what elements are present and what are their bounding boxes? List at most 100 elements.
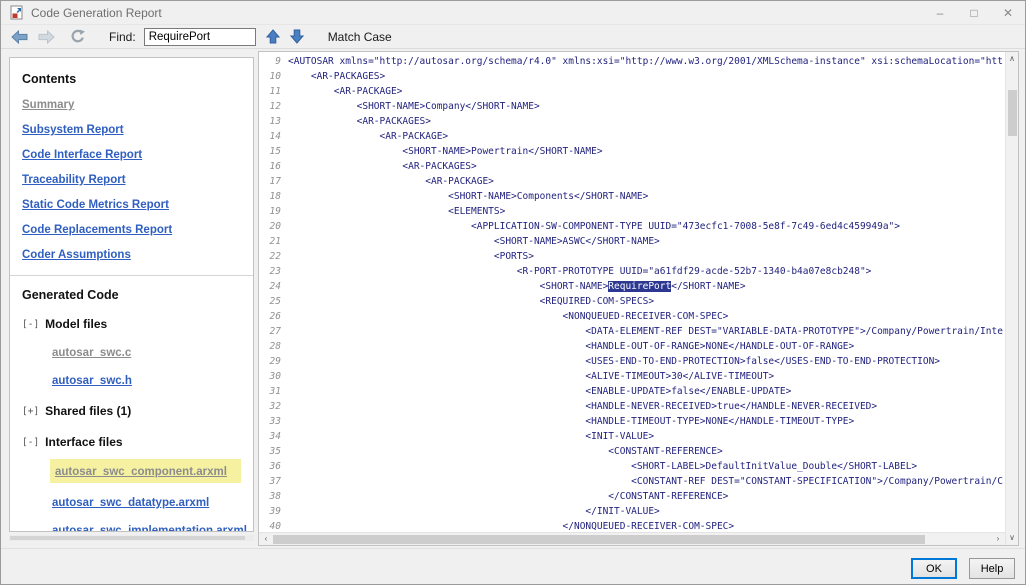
code-line: 31 <ENABLE-UPDATE>false</ENABLE-UPDATE> <box>261 384 1004 399</box>
code-line: 13 <AR-PACKAGES> <box>261 114 1004 129</box>
code-line: 27 <DATA-ELEMENT-REF DEST="VARIABLE-DATA… <box>261 324 1004 339</box>
line-number: 15 <box>269 146 281 157</box>
contents-link-coder-assumptions[interactable]: Coder Assumptions <box>22 249 243 261</box>
minimize-button[interactable]: – <box>923 1 957 24</box>
collapse-icon[interactable]: [-] <box>22 437 39 448</box>
line-number: 20 <box>269 221 281 232</box>
code-text: <AR-PACKAGES> <box>288 71 386 82</box>
file-row: autosar_swc.c <box>52 343 241 361</box>
report-icon <box>9 5 25 21</box>
code-line: 30 <ALIVE-TIMEOUT>30</ALIVE-TIMEOUT> <box>261 369 1004 384</box>
line-number: 13 <box>269 116 281 127</box>
line-number: 10 <box>269 71 281 82</box>
code-view: 9 <AUTOSAR xmlns="http://autosar.org/sche… <box>258 51 1019 546</box>
contents-link-static-code-metrics-report[interactable]: Static Code Metrics Report <box>22 199 243 211</box>
line-number: 28 <box>269 341 281 352</box>
code-lines: 9 <AUTOSAR xmlns="http://autosar.org/sche… <box>261 54 1004 531</box>
line-number: 31 <box>269 386 281 397</box>
maximize-button[interactable]: □ <box>957 1 991 24</box>
code-line: 22 <PORTS> <box>261 249 1004 264</box>
contents-link-code-replacements-report[interactable]: Code Replacements Report <box>22 224 243 236</box>
code-text: <USES-END-TO-END-PROTECTION>false</USES-… <box>288 356 941 367</box>
search-match-highlight: RequirePort <box>608 281 672 292</box>
code-text: <CONSTANT-REF DEST="CONSTANT-SPECIFICATI… <box>288 476 1003 487</box>
find-label: Find: <box>109 29 136 44</box>
refresh-icon[interactable] <box>69 29 85 44</box>
code-line: 24 <SHORT-NAME>RequirePort</SHORT-NAME> <box>261 279 1004 294</box>
collapse-icon[interactable]: [-] <box>22 319 39 330</box>
code-line: 11 <AR-PACKAGE> <box>261 84 1004 99</box>
tree-group: [-] Model files <box>22 315 243 333</box>
line-number: 26 <box>269 311 281 322</box>
footer: OK Help <box>1 548 1025 584</box>
contents-link-subsystem-report[interactable]: Subsystem Report <box>22 124 243 136</box>
code-text: <PORTS> <box>288 251 534 262</box>
code-line: 25 <REQUIRED-COM-SPECS> <box>261 294 1004 309</box>
code-line: 40 </NONQUEUED-RECEIVER-COM-SPEC> <box>261 519 1004 531</box>
code-line: 33 <HANDLE-TIMEOUT-TYPE>NONE</HANDLE-TIM… <box>261 414 1004 429</box>
code-text: <AUTOSAR xmlns="http://autosar.org/schem… <box>288 56 1003 67</box>
help-button[interactable]: Help <box>969 558 1015 579</box>
code-line: 29 <USES-END-TO-END-PROTECTION>false</US… <box>261 354 1004 369</box>
contents-link-list: Summary Subsystem Report Code Interface Re… <box>22 99 243 261</box>
code-text: <SHORT-NAME>Company</SHORT-NAME> <box>288 101 540 112</box>
scroll-down-icon[interactable]: ∨ <box>1006 532 1018 544</box>
code-line: 9 <AUTOSAR xmlns="http://autosar.org/sche… <box>261 54 1004 69</box>
code-text: <SHORT-LABEL>DefaultInitValue_Double</SH… <box>288 461 918 472</box>
line-number: 23 <box>269 266 281 277</box>
code-text: </INIT-VALUE> <box>288 506 660 517</box>
code-line: 36 <SHORT-LABEL>DefaultInitValue_Double<… <box>261 459 1004 474</box>
code-line: 37 <CONSTANT-REF DEST="CONSTANT-SPECIFIC… <box>261 474 1004 489</box>
sidebar-scrollbar-thumb[interactable] <box>10 536 246 540</box>
expand-icon[interactable]: [+] <box>22 406 39 417</box>
horizontal-scrollbar[interactable]: ‹ › <box>259 532 1005 545</box>
line-number: 25 <box>269 296 281 307</box>
contents-link-traceability-report[interactable]: Traceability Report <box>22 174 243 186</box>
line-number: 18 <box>269 191 281 202</box>
close-button[interactable]: ✕ <box>991 1 1025 24</box>
file-row: autosar_swc_datatype.arxml <box>52 493 241 511</box>
find-input[interactable] <box>143 27 256 46</box>
code-text: <R-PORT-PROTOTYPE UUID="a61fdf29-acde-52… <box>288 266 872 277</box>
code-line: 10 <AR-PACKAGES> <box>261 69 1004 84</box>
file-link-autosar_swc.h[interactable]: autosar_swc.h <box>52 375 132 387</box>
scroll-left-icon[interactable]: ‹ <box>260 533 272 545</box>
scroll-right-icon[interactable]: › <box>992 533 1004 545</box>
code-text: <SHORT-NAME>Powertrain</SHORT-NAME> <box>288 146 603 157</box>
scroll-up-icon[interactable]: ∧ <box>1006 53 1018 65</box>
sidebar-horizontal-scrollbar[interactable] <box>9 535 254 541</box>
file-link-autosar_swc_component.arxml[interactable]: autosar_swc_component.arxml <box>55 466 227 478</box>
match-case-toggle[interactable]: Match Case <box>328 30 392 44</box>
find-next-icon[interactable] <box>289 29 304 44</box>
find-previous-icon[interactable] <box>265 29 280 44</box>
contents-link-code-interface-report[interactable]: Code Interface Report <box>22 149 243 161</box>
code-line: 32 <HANDLE-NEVER-RECEIVED>true</HANDLE-N… <box>261 399 1004 414</box>
file-link-autosar_swc_implementation.arxml[interactable]: autosar_swc_implementation.arxml <box>52 525 247 531</box>
file-link-autosar_swc_datatype.arxml[interactable]: autosar_swc_datatype.arxml <box>52 497 209 509</box>
vertical-scrollbar[interactable]: ∧ ∨ <box>1005 52 1018 545</box>
code-line: 14 <AR-PACKAGE> <box>261 129 1004 144</box>
code-text: <HANDLE-NEVER-RECEIVED>true</HANDLE-NEVE… <box>288 401 878 412</box>
code-text: <NONQUEUED-RECEIVER-COM-SPEC> <box>288 311 729 322</box>
window-controls: – □ ✕ <box>923 1 1025 24</box>
tree-group-label: Shared files (1) <box>45 404 132 418</box>
code-text: <ENABLE-UPDATE>false</ENABLE-UPDATE> <box>288 386 792 397</box>
code-line: 23 <R-PORT-PROTOTYPE UUID="a61fdf29-acde… <box>261 264 1004 279</box>
line-number: 37 <box>269 476 281 487</box>
code-line: 34 <INIT-VALUE> <box>261 429 1004 444</box>
ok-button[interactable]: OK <box>911 558 957 579</box>
back-icon[interactable] <box>11 29 28 44</box>
forward-icon[interactable] <box>38 29 55 44</box>
file-row: autosar_swc_component.arxml <box>50 459 241 483</box>
code-line: 19 <ELEMENTS> <box>261 204 1004 219</box>
line-number: 24 <box>269 281 281 292</box>
generated-code-tree: [-] Model files autosar_swc.c autosar_swc.h… <box>22 315 247 531</box>
horizontal-scrollbar-thumb[interactable] <box>273 535 925 544</box>
vertical-scrollbar-thumb[interactable] <box>1008 90 1017 136</box>
file-link-autosar_swc.c[interactable]: autosar_swc.c <box>52 347 131 359</box>
code-text: <AR-PACKAGE> <box>288 131 449 142</box>
code-text: <AR-PACKAGE> <box>288 86 403 97</box>
line-number: 30 <box>269 371 281 382</box>
code-text: </CONSTANT-REFERENCE> <box>288 491 729 502</box>
contents-link-summary[interactable]: Summary <box>22 99 243 111</box>
